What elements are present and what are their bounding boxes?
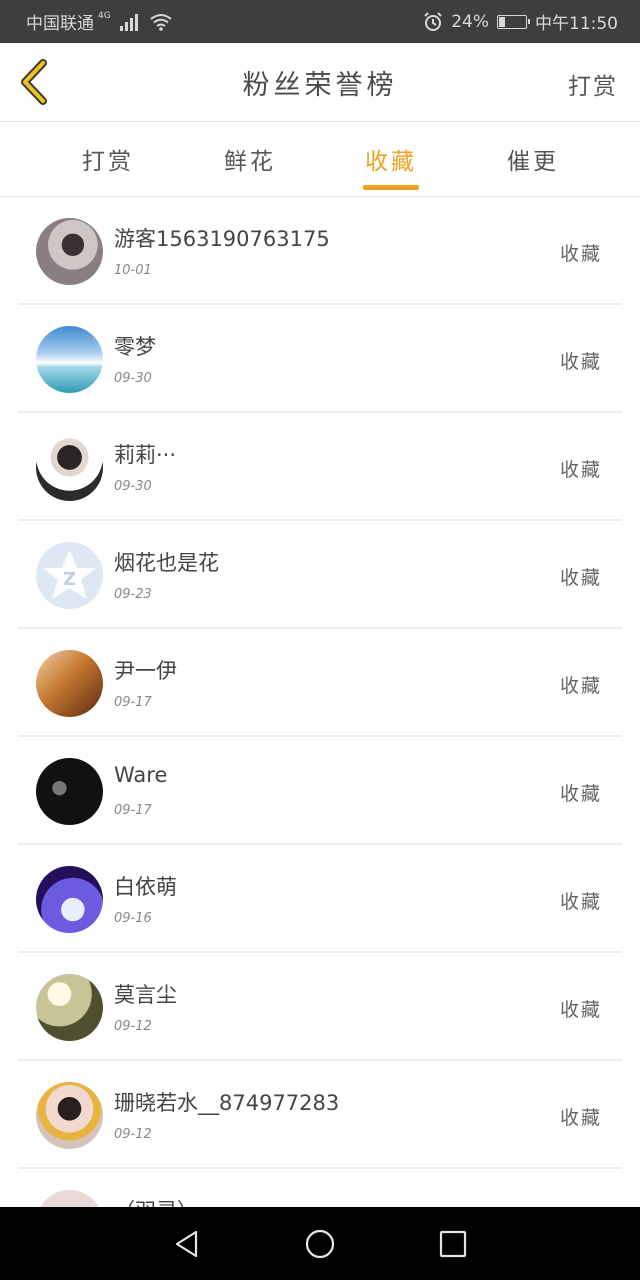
avatar: [36, 434, 103, 501]
circle-home-icon: [305, 1229, 335, 1258]
tab-flowers[interactable]: 鲜花: [190, 122, 310, 196]
avatar: [36, 326, 103, 393]
avatar: [36, 758, 103, 825]
signal-icon: [119, 13, 141, 31]
tab-favorites[interactable]: 收藏: [331, 122, 451, 196]
user-name: 烟花也是花: [114, 551, 219, 575]
chevron-left-icon: [21, 59, 47, 105]
square-recents-icon: [440, 1230, 467, 1257]
wifi-icon: [149, 13, 173, 31]
date: 09-17: [114, 695, 152, 710]
reward-button[interactable]: 打赏: [568, 67, 618, 101]
page-title: 粉丝荣誉榜: [242, 69, 398, 101]
system-nav-bar: [0, 1207, 640, 1280]
action-label: 收藏: [559, 459, 602, 481]
action-label: 收藏: [559, 783, 602, 805]
carrier-label: 中国联通: [26, 14, 94, 34]
action-label: 收藏: [559, 675, 602, 697]
fan-list: 游客1563190763175 10-01 收藏 零梦 09-30 收藏 莉莉·…: [0, 197, 640, 1277]
nav-home-button[interactable]: [295, 1219, 345, 1269]
list-item[interactable]: 珊晓若水__874977283 09-12 收藏: [18, 1061, 622, 1169]
list-item[interactable]: 莉莉··· 09-30 收藏: [18, 413, 622, 521]
list-item[interactable]: Z 烟花也是花 09-23 收藏: [18, 521, 622, 629]
date: 09-30: [114, 479, 152, 494]
alarm-icon: [423, 11, 443, 32]
battery-percent: 24%: [451, 11, 489, 32]
date: 09-16: [114, 911, 152, 926]
svg-text:Z: Z: [63, 569, 76, 590]
user-name: 珊晓若水__874977283: [114, 1091, 340, 1115]
user-name: 白依萌: [114, 875, 177, 899]
avatar: [36, 974, 103, 1041]
list-item[interactable]: 零梦 09-30 收藏: [18, 305, 622, 413]
triangle-back-icon: [175, 1230, 197, 1257]
action-label: 收藏: [559, 243, 602, 265]
avatar: [36, 1082, 103, 1149]
screen: 中国联通 4G 24% 中午11:50 粉丝荣誉榜 打赏 打赏 鲜花 收藏 催更…: [0, 0, 640, 1280]
status-bar: 中国联通 4G 24% 中午11:50: [0, 0, 640, 43]
network-type: 4G: [98, 10, 111, 21]
tab-bar: 打赏 鲜花 收藏 催更: [0, 122, 640, 197]
action-label: 收藏: [559, 567, 602, 589]
list-item[interactable]: 白依萌 09-16 收藏: [18, 845, 622, 953]
user-name: 游客1563190763175: [114, 227, 330, 251]
date: 09-12: [114, 1127, 152, 1142]
tab-reward[interactable]: 打赏: [48, 122, 168, 196]
user-name: 尹一伊: [114, 659, 177, 683]
date: 09-12: [114, 1019, 152, 1034]
avatar: [36, 218, 103, 285]
battery-icon: [497, 14, 530, 29]
avatar: Z: [36, 542, 103, 609]
app-header: 粉丝荣誉榜 打赏: [0, 43, 640, 122]
user-name: 零梦: [114, 335, 156, 359]
tab-urge-update[interactable]: 催更: [473, 122, 593, 196]
user-name: Ware: [114, 763, 168, 787]
list-item[interactable]: 游客1563190763175 10-01 收藏: [18, 197, 622, 305]
avatar: [36, 650, 103, 717]
user-name: 莉莉···: [114, 443, 177, 467]
list-item[interactable]: 莫言尘 09-12 收藏: [18, 953, 622, 1061]
list-item[interactable]: Ware 09-17 收藏: [18, 737, 622, 845]
action-label: 收藏: [559, 1107, 602, 1129]
action-label: 收藏: [559, 351, 602, 373]
date: 09-17: [114, 803, 152, 818]
date: 09-23: [114, 587, 152, 602]
clock: 中午11:50: [535, 14, 618, 34]
active-tab-indicator: [363, 185, 419, 190]
default-avatar-icon: Z: [43, 550, 96, 599]
nav-back-button[interactable]: [162, 1219, 212, 1269]
list-item[interactable]: 尹一伊 09-17 收藏: [18, 629, 622, 737]
date: 09-30: [114, 371, 152, 386]
action-label: 收藏: [559, 999, 602, 1021]
avatar: [36, 866, 103, 933]
user-name: 莫言尘: [114, 983, 177, 1007]
nav-recents-button[interactable]: [428, 1219, 478, 1269]
action-label: 收藏: [559, 891, 602, 913]
back-button[interactable]: [14, 57, 54, 107]
date: 10-01: [114, 263, 152, 278]
